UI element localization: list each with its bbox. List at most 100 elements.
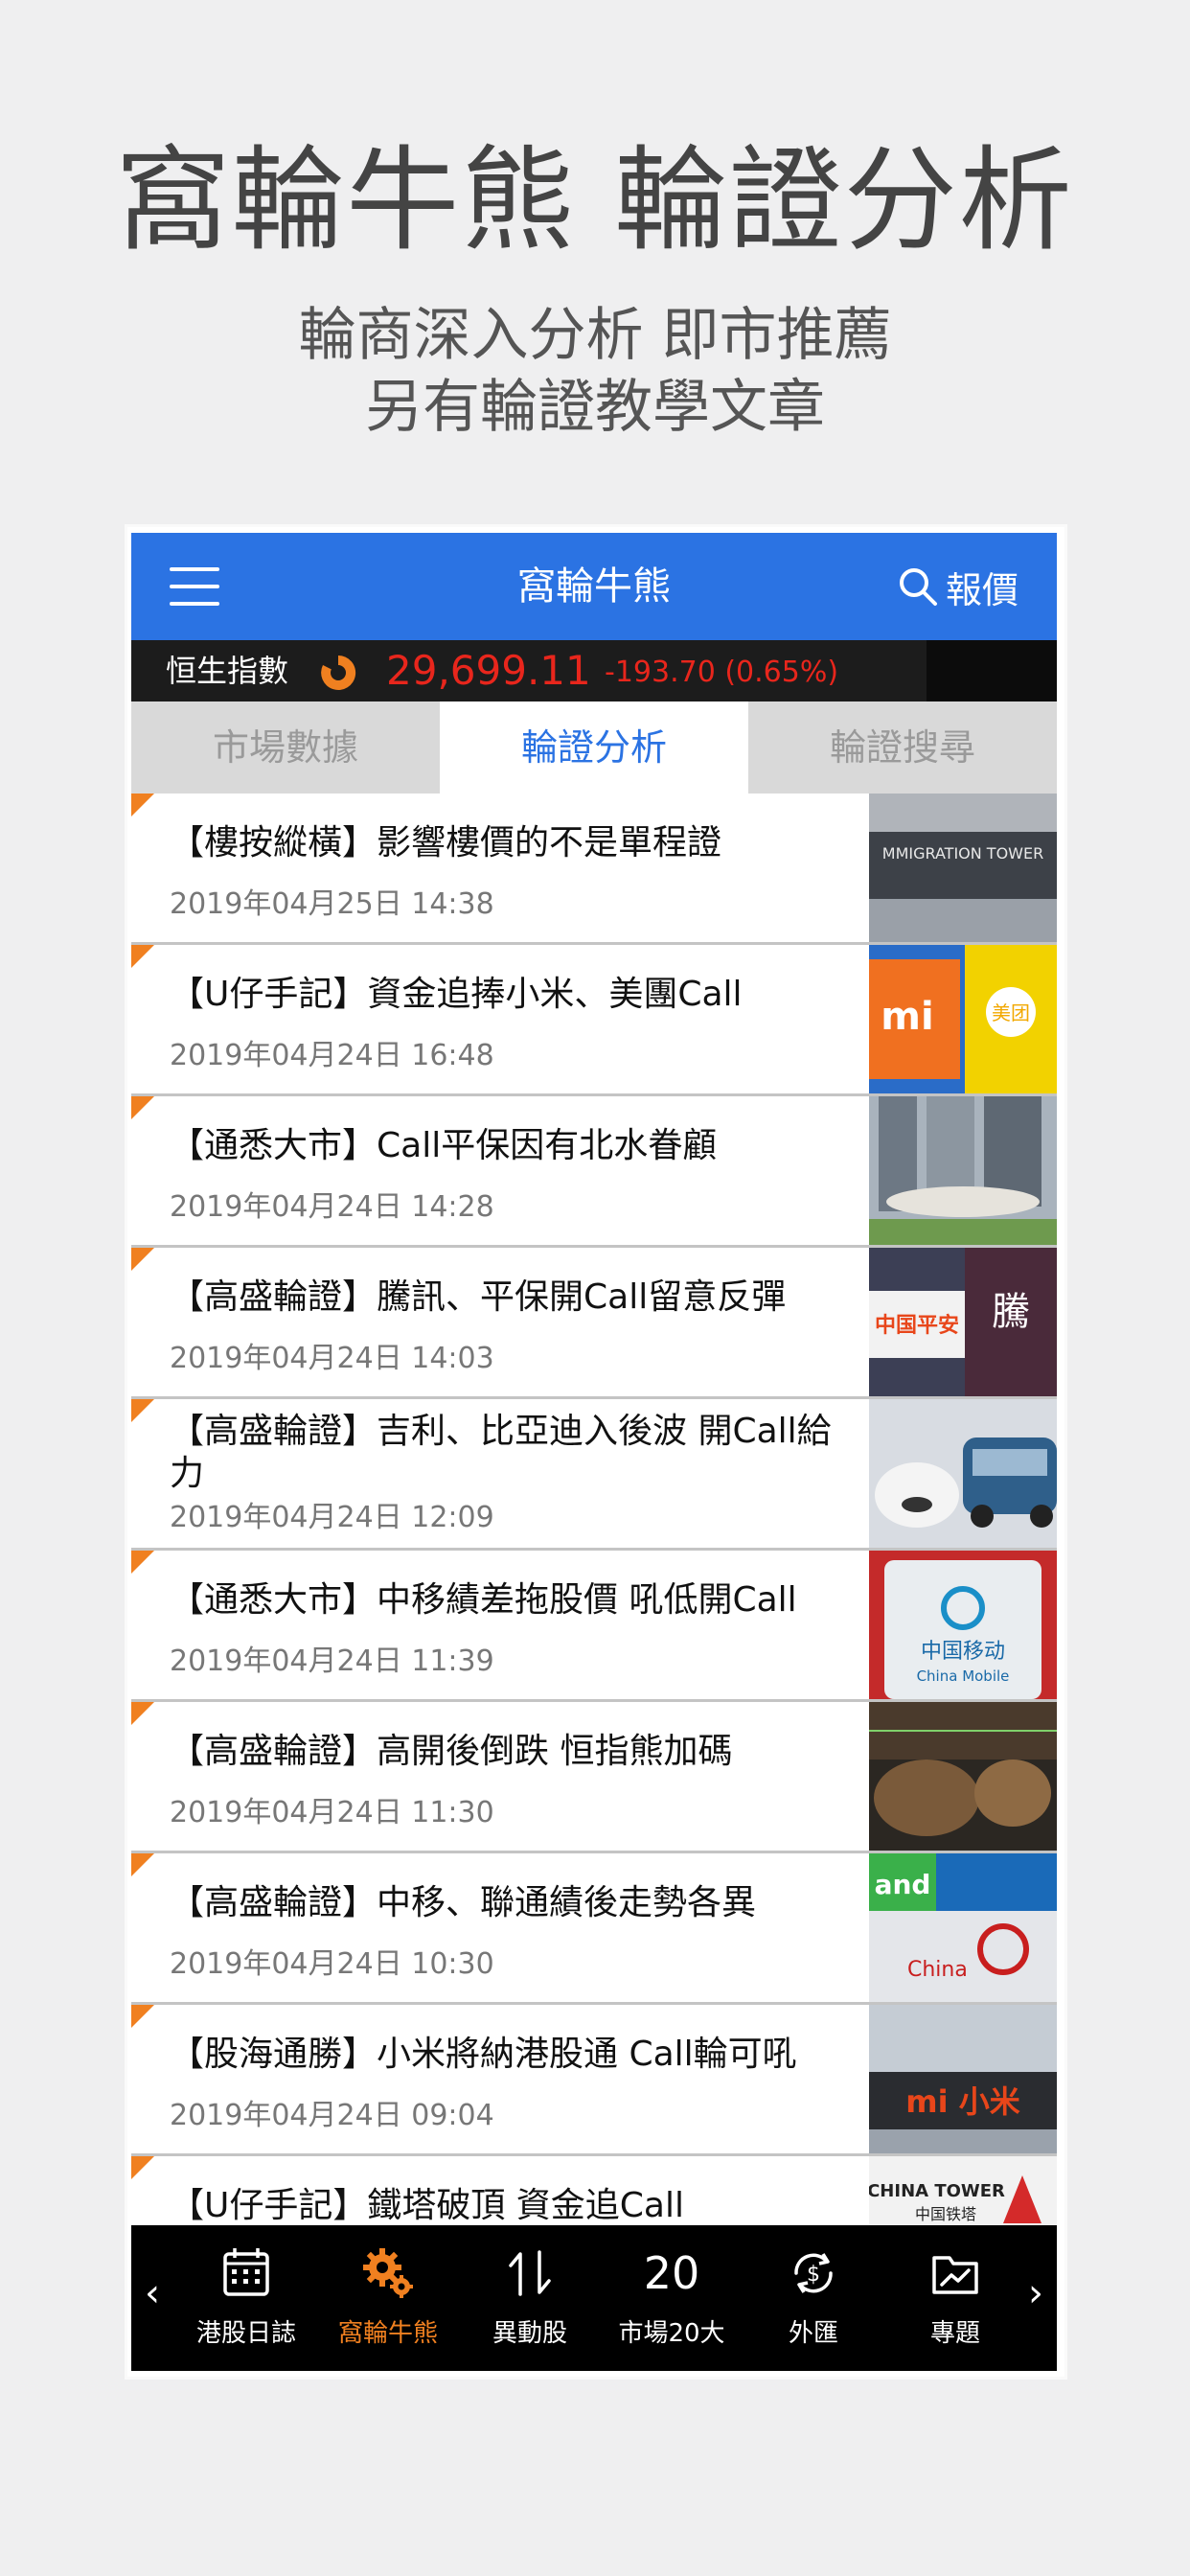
- nav-item-market-top20[interactable]: 20 市場20大: [601, 2225, 743, 2371]
- tab-warrant-search[interactable]: 輪證搜尋: [748, 702, 1057, 794]
- nav-label: 港股日誌: [195, 2319, 296, 2348]
- promo-subtitle-line1: 輪商深入分析 即市推薦: [298, 302, 892, 369]
- article-row[interactable]: 【U仔手記】鐵塔破頂 資金追Call CHINA TOWER 中国铁塔: [131, 2156, 1057, 2225]
- article-date: 2019年04月24日 09:04: [170, 2099, 494, 2132]
- nav-item-warrants-cbbc[interactable]: 窩輪牛熊: [317, 2225, 459, 2371]
- new-marker: [131, 2005, 154, 2028]
- article-list[interactable]: 【樓按縱橫】影響樓價的不是單程證 2019年04月25日 14:38 MMIGR…: [131, 794, 1057, 2225]
- article-title: 【樓按縱橫】影響樓價的不是單程證: [170, 823, 722, 862]
- article-thumbnail: and China: [869, 1853, 1057, 2002]
- new-marker: [131, 1551, 154, 1574]
- article-title: 【通悉大市】Call平保因有北水眷顧: [170, 1126, 718, 1165]
- article-title: 【通悉大市】中移績差拖股價 吼低開Call: [170, 1580, 797, 1620]
- article-row[interactable]: 【高盛輪證】騰訊、平保開Call留意反彈 2019年04月24日 14:03 中…: [131, 1248, 1057, 1399]
- chart-folder-icon: [932, 2256, 978, 2294]
- nav-item-unusual-stocks[interactable]: 異動股: [459, 2225, 601, 2371]
- top-20-icon: 20: [643, 2247, 700, 2299]
- article-row[interactable]: 【通悉大市】Call平保因有北水眷顧 2019年04月24日 14:28: [131, 1096, 1057, 1248]
- calendar-icon: [223, 2248, 269, 2296]
- svg-text:China: China: [907, 1958, 968, 1982]
- article-row[interactable]: 【樓按縱橫】影響樓價的不是單程證 2019年04月25日 14:38 MMIGR…: [131, 794, 1057, 945]
- article-title: 【U仔手記】鐵塔破頂 資金追Call: [170, 2186, 684, 2225]
- article-date: 2019年04月24日 10:30: [170, 1947, 494, 1981]
- article-thumbnail: CHINA TOWER 中国铁塔: [869, 2156, 1057, 2225]
- index-ticker[interactable]: 恒生指數 29,699.11 -193.70 (0.65%): [131, 640, 1057, 702]
- svg-text:中国移动: 中国移动: [921, 1640, 1005, 1664]
- new-marker: [131, 1399, 154, 1422]
- article-thumbnail: [869, 1399, 1057, 1548]
- nav-item-topics[interactable]: 專題: [884, 2225, 1026, 2371]
- svg-text:mi: mi: [881, 995, 933, 1039]
- nav-item-forex[interactable]: $ 外匯: [743, 2225, 884, 2371]
- article-thumbnail: [869, 1702, 1057, 1851]
- article-thumbnail: MMIGRATION TOWER: [869, 794, 1057, 942]
- pie-chart-icon: [321, 655, 356, 690]
- new-marker: [131, 794, 154, 816]
- article-thumbnail: [869, 1096, 1057, 1245]
- index-change: -193.70 (0.65%): [605, 656, 839, 689]
- article-date: 2019年04月24日 14:28: [170, 1190, 494, 1224]
- gear-icon: [363, 2248, 413, 2298]
- nav-label: 市場20大: [618, 2319, 725, 2348]
- quote-button[interactable]: 報價: [898, 562, 1018, 611]
- article-date: 2019年04月24日 11:30: [170, 1796, 494, 1829]
- article-date: 2019年04月24日 12:09: [170, 1501, 494, 1534]
- up-down-arrows-icon: [509, 2250, 551, 2296]
- article-date: 2019年04月24日 11:39: [170, 1644, 494, 1678]
- article-row[interactable]: 【高盛輪證】中移、聯通績後走勢各異 2019年04月24日 10:30 and …: [131, 1853, 1057, 2005]
- dollar-cycle-icon: $: [794, 2253, 833, 2293]
- new-marker: [131, 1853, 154, 1876]
- phone-screen: 窩輪牛熊 報價 恒生指數 29,699.11 -193.70 (0.65%) 市…: [127, 527, 1064, 2377]
- index-value: 29,699.11: [386, 647, 591, 694]
- article-thumbnail: 中国平安 騰: [869, 1248, 1057, 1396]
- new-marker: [131, 945, 154, 968]
- article-title: 【高盛輪證】吉利、比亞迪入後波 開Call給力: [170, 1412, 832, 1493]
- article-title: 【高盛輪證】高開後倒跌 恒指熊加碼: [170, 1732, 733, 1771]
- svg-text:騰: 騰: [992, 1290, 1030, 1334]
- new-marker: [131, 1702, 154, 1725]
- article-thumbnail: 中国移动 China Mobile: [869, 1551, 1057, 1699]
- bottom-navigation: ‹ 港股日誌 窩輪牛熊 異動股 20 市場20大 $ 外匯 專題 ›: [131, 2225, 1057, 2371]
- svg-text:CHINA TOWER: CHINA TOWER: [869, 2181, 1005, 2201]
- nav-next-arrow[interactable]: ›: [1028, 2269, 1043, 2317]
- app-bar: 窩輪牛熊 報價: [131, 533, 1057, 640]
- svg-text:China Mobile: China Mobile: [917, 1668, 1010, 1685]
- nav-label: 窩輪牛熊: [337, 2319, 438, 2348]
- promo-title: 窩輪牛熊 輪證分析: [116, 134, 1074, 266]
- article-row[interactable]: 【通悉大市】中移績差拖股價 吼低開Call 2019年04月24日 11:39 …: [131, 1551, 1057, 1702]
- svg-text:中国平安: 中国平安: [875, 1313, 959, 1338]
- article-row[interactable]: 【高盛輪證】吉利、比亞迪入後波 開Call給力 2019年04月24日 12:0…: [131, 1399, 1057, 1551]
- nav-label: 異動股: [492, 2319, 567, 2348]
- article-row[interactable]: 【股海通勝】小米將納港股通 Call輪可吼 2019年04月24日 09:04 …: [131, 2005, 1057, 2156]
- article-row[interactable]: 【高盛輪證】高開後倒跌 恒指熊加碼 2019年04月24日 11:30: [131, 1702, 1057, 1853]
- article-title: 【U仔手記】資金追捧小米、美團Call: [170, 975, 743, 1014]
- article-date: 2019年04月24日 14:03: [170, 1342, 494, 1375]
- article-title: 【股海通勝】小米將納港股通 Call輪可吼: [170, 2035, 797, 2074]
- article-row[interactable]: 【U仔手記】資金追捧小米、美團Call 2019年04月24日 16:48 mi…: [131, 945, 1057, 1096]
- article-title: 【高盛輪證】騰訊、平保開Call留意反彈: [170, 1277, 787, 1317]
- article-thumbnail: mi 小米: [869, 2005, 1057, 2153]
- new-marker: [131, 2156, 154, 2179]
- article-title: 【高盛輪證】中移、聯通績後走勢各異: [170, 1883, 757, 1922]
- article-date: 2019年04月24日 16:48: [170, 1039, 494, 1072]
- new-marker: [131, 1248, 154, 1271]
- nav-label: 外匯: [788, 2319, 838, 2348]
- svg-text:$: $: [807, 2263, 820, 2287]
- article-date: 2019年04月25日 14:38: [170, 887, 494, 921]
- new-marker: [131, 1096, 154, 1119]
- tab-market-data[interactable]: 市場數據: [131, 702, 440, 794]
- tab-warrant-analysis[interactable]: 輪證分析: [440, 702, 748, 794]
- svg-text:mi 小米: mi 小米: [905, 2083, 1019, 2120]
- article-thumbnail: mi 美团: [869, 945, 1057, 1093]
- search-icon: [899, 568, 937, 606]
- quote-label: 報價: [945, 568, 1018, 611]
- thumb-caption: MMIGRATION TOWER: [882, 844, 1043, 862]
- nav-item-hk-stock-diary[interactable]: 港股日誌: [175, 2225, 317, 2371]
- svg-text:and: and: [875, 1869, 931, 1900]
- tab-bar: 市場數據 輪證分析 輪證搜尋: [131, 702, 1057, 794]
- svg-text:美团: 美团: [992, 1001, 1030, 1024]
- nav-label: 專題: [929, 2319, 980, 2348]
- nav-prev-arrow[interactable]: ‹: [145, 2269, 160, 2317]
- promo-subtitle-line2: 另有輪證教學文章: [365, 374, 825, 441]
- index-name: 恒生指數: [166, 653, 289, 689]
